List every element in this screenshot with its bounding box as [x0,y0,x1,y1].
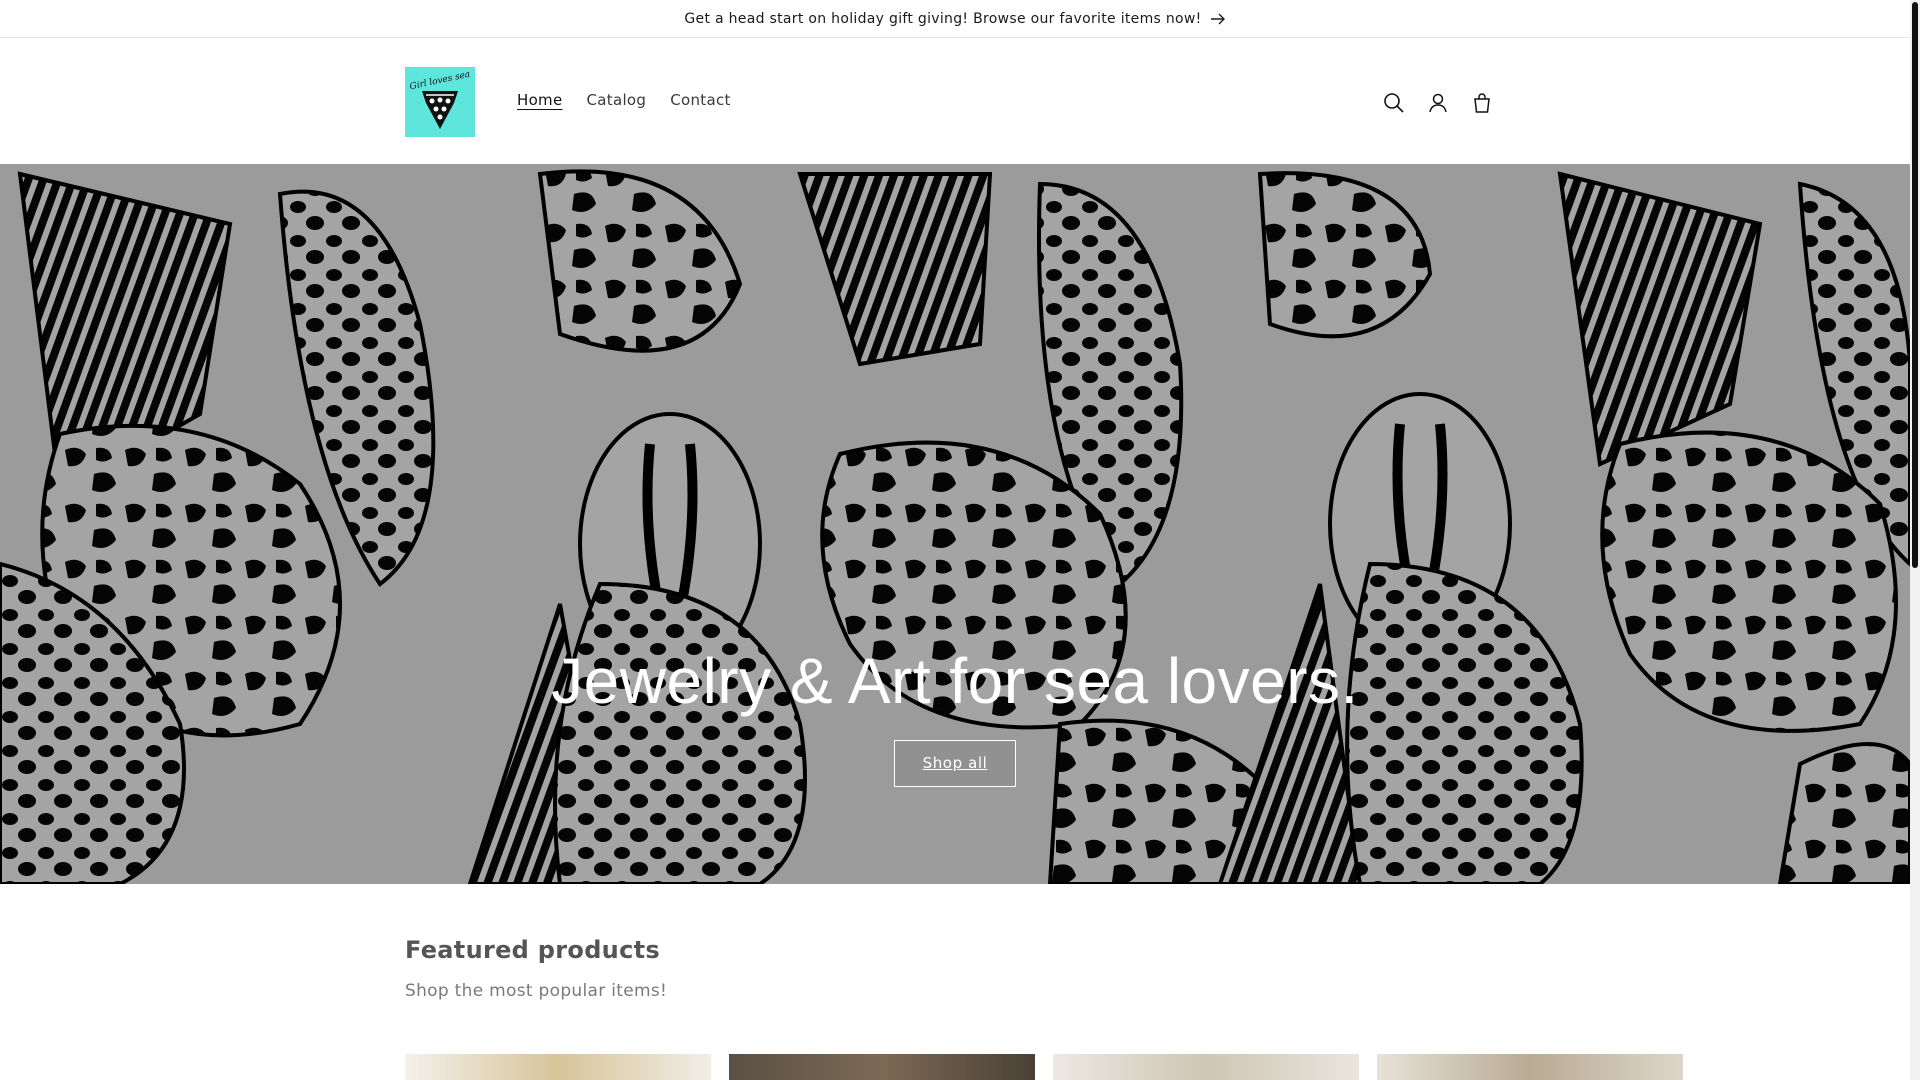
store-page: Get a head start on holiday gift giving!… [0,0,1910,1080]
featured-subtitle: Shop the most popular items! [405,981,668,1001]
nav-contact[interactable]: Contact [658,91,742,109]
site-header: Girl loves sea Home Catalog Contact [0,39,1910,164]
product-card[interactable] [405,1054,711,1080]
product-card[interactable] [1377,1054,1683,1080]
page-scrollbar[interactable] [1910,0,1920,1080]
hero-title: Jewelry & Art for sea lovers. [551,645,1359,717]
hero-content: Jewelry & Art for sea lovers. Shop all [0,644,1910,787]
cart-icon [1474,93,1490,113]
store-logo[interactable]: Girl loves sea [405,67,475,137]
cart-button[interactable] [1466,87,1498,119]
arrow-right-icon [1210,13,1225,24]
announcement-bar[interactable]: Get a head start on holiday gift giving!… [0,0,1910,38]
search-button[interactable] [1378,87,1410,119]
account-icon [1429,93,1447,113]
product-card[interactable] [1053,1054,1359,1080]
product-grid [405,1054,1683,1080]
search-icon [1384,93,1404,113]
nav-catalog[interactable]: Catalog [575,91,659,109]
header-icons [1378,87,1498,119]
shell-logo-icon: Girl loves sea [410,71,470,129]
scrollbar-thumb[interactable] [1912,2,1918,568]
product-card[interactable] [729,1054,1035,1080]
featured-title: Featured products [405,936,660,964]
announcement-text: Get a head start on holiday gift giving!… [684,10,1202,27]
main-nav: Home Catalog Contact [505,91,743,109]
nav-home[interactable]: Home [505,91,575,109]
announcement-link[interactable]: Get a head start on holiday gift giving!… [684,11,1225,27]
featured-section: Featured products Shop the most popular … [0,884,1910,1080]
hero-banner: Jewelry & Art for sea lovers. Shop all [0,164,1910,884]
svg-text:Girl loves sea: Girl loves sea [410,71,470,92]
account-button[interactable] [1422,87,1454,119]
shop-all-button[interactable]: Shop all [894,740,1016,787]
